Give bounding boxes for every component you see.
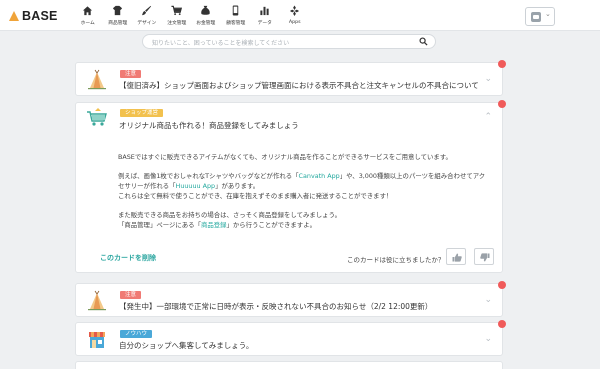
nav-label: ホーム [80,20,95,26]
brush-icon [142,5,152,16]
teepee-icon [88,290,106,311]
chevron-down-icon[interactable]: ⌄ [484,74,492,84]
body-paragraph: また販売できる商品をお持ちの場合は、さっそく商品登録をしてみましょう。 「商品管… [118,210,458,230]
body-text: セサリーが作れる「 [118,182,176,190]
nav-item-design[interactable]: デザイン [132,4,162,26]
chevron-up-icon[interactable]: ⌃ [484,112,492,122]
product-register-link[interactable]: 商品登録 [201,221,227,229]
top-navigation-bar: BASE ホーム 商品管理 デザイン 注文管理 お金管理 顧客管理 データ Ap… [0,0,600,31]
category-tag: 注意 [120,291,142,299]
nav-label: デザイン [137,20,157,26]
body-text: 」から行うことができますよ。 [226,221,316,229]
cart-icon [171,5,182,16]
thumbs-up-button[interactable] [446,248,466,265]
nav-item-customers[interactable]: 顧客管理 [221,4,251,26]
unread-indicator [498,281,506,289]
phone-icon [232,5,238,16]
search-placeholder: 知りたいこと、困っていることを検索してください [152,40,290,47]
notice-card[interactable]: 注意 【復旧済み】ショップ画面およびショップ管理画面における表示不具合と注文キャ… [75,62,503,96]
thumbs-down-button[interactable] [474,248,494,265]
shirt-icon [112,5,122,16]
card-title: オリジナル商品も作れる！商品登録をしてみましょう [119,121,299,130]
shop-avatar-icon [531,12,541,22]
category-tag: 注意 [120,70,142,78]
chart-icon [260,6,269,16]
notice-card[interactable] [75,361,503,369]
apps-icon [289,5,299,16]
nav-label: Apps [288,19,301,25]
body-text: 「商品管理」ページにある「 [118,221,201,229]
logo-text: BASE [22,9,58,23]
unread-indicator [498,320,506,328]
notice-card[interactable]: ノウハウ 自分のショップへ集客してみましょう。 ⌄ [75,322,503,356]
canvath-app-link[interactable]: Canvath App [299,172,340,180]
teepee-icon [88,69,106,90]
money-bag-icon [201,5,210,15]
unread-indicator [498,60,506,68]
nav-label: お金管理 [196,20,216,26]
body-text: 例えば、画像1枚でおしゃれなTシャツやバッグなどが作れる「 [118,172,299,180]
nav-item-home[interactable]: ホーム [73,4,103,26]
body-paragraph: 例えば、画像1枚でおしゃれなTシャツやバッグなどが作れる「Canvath App… [118,171,485,201]
nav-item-orders[interactable]: 注文管理 [162,4,192,26]
help-search-input[interactable]: 知りたいこと、困っていることを検索してください [142,34,436,49]
delete-card-button[interactable]: このカードを削除 [100,253,156,263]
category-tag: ショップ運営 [120,109,164,117]
body-text: これらは全て無料で使うことができ、在庫を抱えずそのまま購入者に発送することができ… [118,192,393,200]
category-tag: ノウハウ [120,330,153,338]
chevron-down-icon[interactable]: ⌄ [484,295,492,305]
nav-label: 注文管理 [166,20,186,26]
card-title: 【発生中】一部環境で正常に日時が表示・反映されない不具合のお知らせ（2/2 12… [119,302,433,311]
chevron-down-icon[interactable]: ⌄ [484,334,492,344]
home-icon [83,6,93,16]
nav-label: データ [257,20,272,26]
nav-item-money[interactable]: お金管理 [191,4,221,26]
unread-indicator [498,100,506,108]
shopping-cart-illustration-icon [87,108,107,126]
nav-item-data[interactable]: データ [250,4,280,26]
nav-item-products[interactable]: 商品管理 [103,4,133,26]
base-logo-mark-icon [9,11,19,21]
body-text: また販売できる商品をお持ちの場合は、さっそく商品登録をしてみましょう。 [118,211,341,219]
card-title: 【復旧済み】ショップ画面およびショップ管理画面における表示不具合と注文キャンセル… [119,81,479,90]
body-paragraph: BASEではすぐに販売できるアイテムがなくても、オリジナル商品を作ることができる… [118,153,452,161]
helpful-question: このカードは役に立ちましたか？ [347,256,445,264]
search-icon[interactable] [419,37,428,46]
huuuuu-app-link[interactable]: Huuuuu App [176,182,216,190]
chevron-down-icon: ⌄ [545,10,551,18]
nav-label: 商品管理 [107,20,127,26]
notice-card[interactable]: 注意 【発生中】一部環境で正常に日時が表示・反映されない不具合のお知らせ（2/2… [75,283,503,317]
card-body: BASEではすぐに販売できるアイテムがなくても、オリジナル商品を作ることができる… [118,152,485,239]
notice-card-expanded: ショップ運営 オリジナル商品も作れる！商品登録をしてみましょう ⌃ BASEでは… [75,102,503,273]
thumbs-down-icon [480,253,490,262]
body-text: 」があります。 [215,182,260,190]
card-title: 自分のショップへ集客してみましょう。 [119,341,254,350]
body-text: 」や、3,000種類以上のパーツを組み合わせてアク [339,172,486,180]
nav-item-apps[interactable]: Apps [280,4,310,26]
main-nav: ホーム 商品管理 デザイン 注文管理 お金管理 顧客管理 データ Apps [73,4,309,26]
thumbs-up-icon [452,253,462,262]
nav-label: 顧客管理 [225,20,245,26]
account-menu-button[interactable]: ⌄ [525,7,555,26]
base-logo[interactable]: BASE [9,9,58,23]
storefront-icon [89,332,105,348]
